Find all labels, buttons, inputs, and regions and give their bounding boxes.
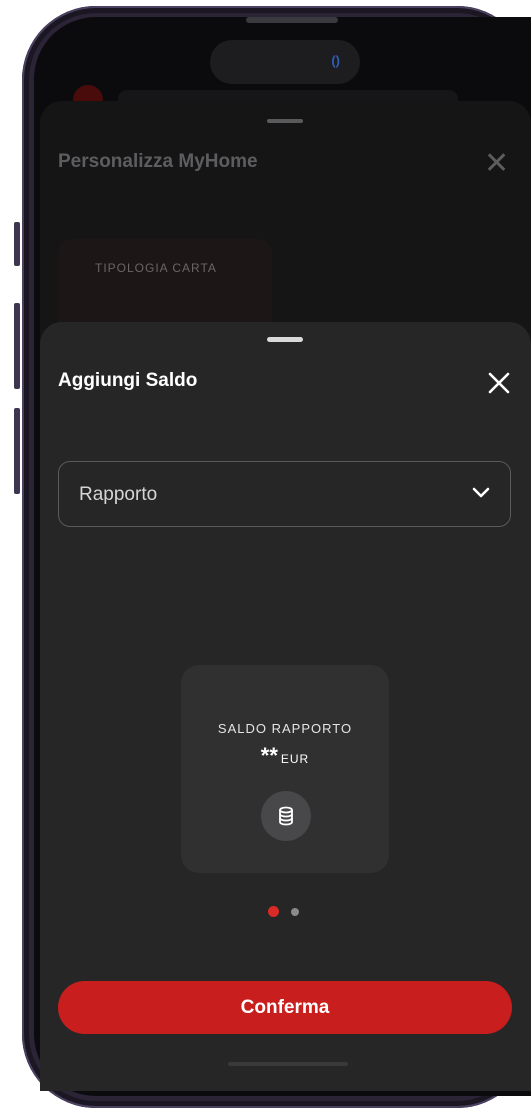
speaker bbox=[246, 17, 338, 23]
balance-card[interactable]: SALDO RAPPORTO ** EUR bbox=[181, 665, 389, 873]
sheet-handle bbox=[267, 119, 303, 123]
rapporto-select[interactable]: Rapporto bbox=[58, 461, 511, 527]
side-button-mute bbox=[14, 222, 20, 266]
sheet-handle[interactable] bbox=[267, 337, 303, 342]
select-value: Rapporto bbox=[79, 484, 158, 505]
coins-icon bbox=[279, 806, 293, 826]
dynamic-island: () bbox=[210, 40, 360, 84]
page-dot[interactable] bbox=[291, 908, 299, 916]
card-type-label: TIPOLOGIA CARTA bbox=[95, 261, 217, 275]
balance-amount: ** EUR bbox=[181, 743, 389, 769]
balance-value: ** bbox=[260, 743, 278, 768]
side-button-volume-up bbox=[14, 303, 20, 389]
chevron-down-icon bbox=[472, 487, 490, 498]
pagination-dots bbox=[268, 906, 308, 918]
sheet-title: Aggiungi Saldo bbox=[58, 370, 198, 391]
confirm-button[interactable]: Conferma bbox=[58, 981, 512, 1034]
add-balance-sheet: Aggiungi Saldo Rapporto SALDO RAPPORTO *… bbox=[40, 322, 531, 1091]
close-icon: ✕ bbox=[484, 147, 510, 180]
close-button[interactable] bbox=[484, 368, 514, 398]
balance-currency: EUR bbox=[280, 752, 310, 766]
close-icon bbox=[488, 372, 510, 394]
balance-label: SALDO RAPPORTO bbox=[217, 721, 353, 736]
home-indicator bbox=[228, 1062, 348, 1066]
side-button-volume-down bbox=[14, 408, 20, 494]
activity-icon: () bbox=[331, 53, 340, 68]
page-dot-active[interactable] bbox=[268, 906, 279, 917]
coins-icon-badge bbox=[261, 791, 311, 841]
background-sheet-title: Personalizza MyHome bbox=[58, 151, 258, 172]
